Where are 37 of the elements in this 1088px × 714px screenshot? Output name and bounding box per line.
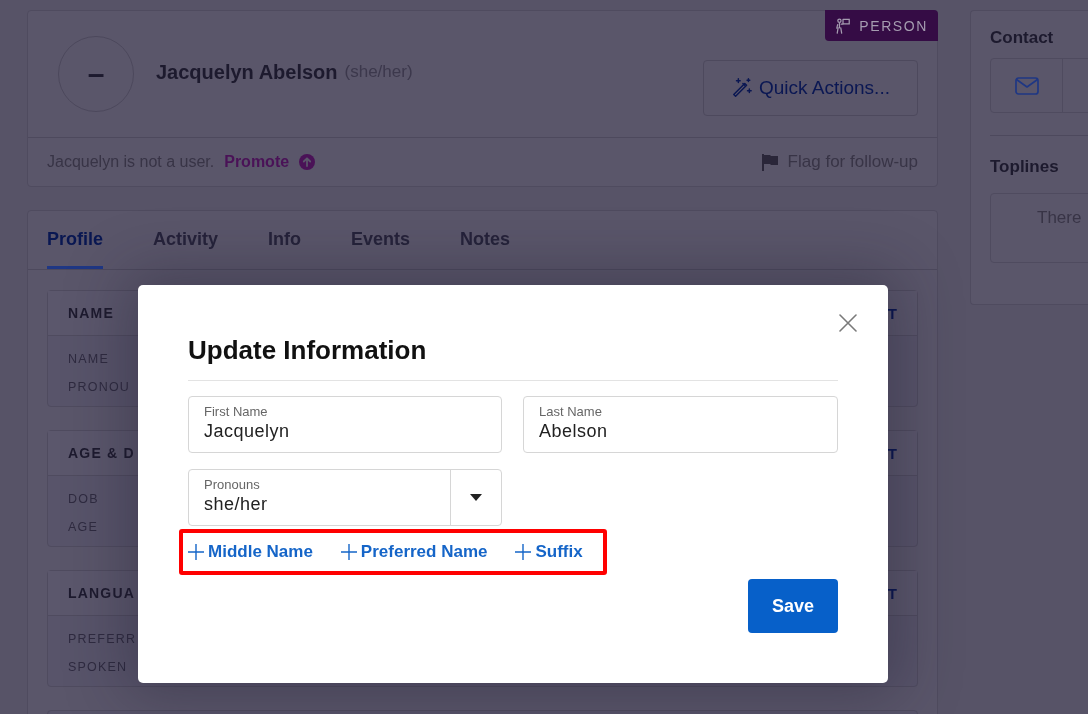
field-label: Pronouns	[204, 476, 260, 493]
section-link[interactable]: T	[887, 444, 897, 462]
text-field[interactable]: Last Name Abelson	[523, 396, 838, 453]
section-title: NAME	[68, 305, 115, 321]
field-label: First Name	[204, 403, 268, 420]
person-with-flag-icon	[835, 17, 852, 34]
close-button[interactable]	[839, 314, 857, 332]
select-field[interactable]: Pronouns she/her	[188, 469, 502, 526]
caret-icon	[470, 494, 482, 501]
section-link[interactable]: T	[887, 584, 897, 602]
up-arrow-circle-icon	[299, 154, 316, 170]
section-title: LANGUA	[68, 585, 136, 601]
field-label: Last Name	[539, 403, 602, 420]
save-button[interactable]: Save	[748, 579, 838, 633]
add-link[interactable]: Suffix	[515, 542, 583, 562]
select-input[interactable]: she/her	[204, 493, 435, 515]
envelope-icon	[1014, 76, 1039, 95]
text-input[interactable]: Abelson	[539, 420, 822, 442]
flag-icon	[759, 152, 780, 172]
badge-label: PERSON	[859, 17, 928, 34]
plus-icon	[515, 544, 532, 560]
close-icon	[839, 314, 857, 332]
add-link[interactable]: Middle Name	[188, 542, 313, 562]
text-field[interactable]: First Name Jacquelyn	[188, 396, 502, 453]
person-name: Jacquelyn Abelson	[156, 60, 338, 84]
text-input[interactable]: Jacquelyn	[204, 420, 486, 442]
plus-icon	[188, 544, 204, 560]
tab[interactable]: Profile	[47, 211, 103, 269]
magic-wand-icon	[731, 77, 753, 99]
toplines-title: Toplines	[990, 157, 1060, 177]
add-link[interactable]: Preferred Name	[340, 542, 488, 562]
plus-icon	[340, 544, 357, 560]
promote-link[interactable]: Promote	[224, 153, 316, 171]
quick-actions-button[interactable]: Quick Actions...	[703, 60, 918, 116]
contact-title: Contact	[990, 28, 1055, 48]
dialog-title: Update Information	[188, 334, 427, 366]
section-link[interactable]: T	[887, 304, 897, 322]
